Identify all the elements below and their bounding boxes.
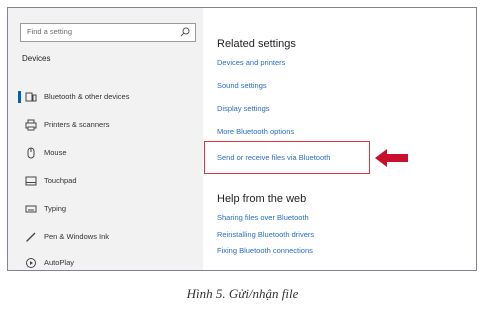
sidebar-item-bluetooth[interactable]: Bluetooth & other devices xyxy=(8,88,203,106)
sidebar-item-touchpad[interactable]: Touchpad xyxy=(8,172,203,190)
sidebar-item-label: Bluetooth & other devices xyxy=(44,92,130,101)
sidebar-item-autoplay[interactable]: AutoPlay xyxy=(8,254,203,272)
link-reinstalling-bluetooth-drivers[interactable]: Reinstalling Bluetooth drivers xyxy=(217,230,314,239)
sidebar-item-label: Mouse xyxy=(44,148,67,157)
help-from-web-heading: Help from the web xyxy=(217,193,307,205)
sidebar-item-label: Touchpad xyxy=(44,176,77,185)
touchpad-icon xyxy=(25,176,37,186)
sidebar-item-pen[interactable]: Pen & Windows Ink xyxy=(8,228,203,246)
search-placeholder: Find a setting xyxy=(27,27,73,36)
pen-icon xyxy=(26,232,36,242)
sidebar-item-label: Typing xyxy=(44,204,67,213)
sidebar-item-label: Pen & Windows Ink xyxy=(44,232,110,241)
sidebar-item-typing[interactable]: Typing xyxy=(8,200,203,218)
related-settings-heading: Related settings xyxy=(217,38,296,50)
link-devices-and-printers[interactable]: Devices and printers xyxy=(217,58,285,67)
selection-indicator xyxy=(18,91,21,103)
sidebar-item-label: AutoPlay xyxy=(44,258,75,267)
printer-icon xyxy=(25,119,37,131)
link-sharing-files-bluetooth[interactable]: Sharing files over Bluetooth xyxy=(217,213,309,222)
link-fixing-bluetooth-connections[interactable]: Fixing Bluetooth connections xyxy=(217,246,313,255)
sidebar-item-printers[interactable]: Printers & scanners xyxy=(8,116,203,134)
mouse-icon xyxy=(27,147,35,159)
link-more-bluetooth-options[interactable]: More Bluetooth options xyxy=(217,127,294,136)
autoplay-icon xyxy=(26,258,36,268)
search-icon xyxy=(180,27,190,37)
bluetooth-devices-icon xyxy=(25,92,37,102)
highlight-box xyxy=(204,141,370,174)
figure-caption: Hình 5. Gửi/nhận file xyxy=(186,286,299,301)
link-display-settings[interactable]: Display settings xyxy=(217,104,270,113)
section-title: Devices xyxy=(22,54,51,63)
keyboard-icon xyxy=(25,205,37,213)
sidebar-item-mouse[interactable]: Mouse xyxy=(8,144,203,162)
settings-window: Find a setting Devices Bluetooth & other… xyxy=(7,7,477,271)
search-input[interactable]: Find a setting xyxy=(20,23,196,42)
sidebar: Find a setting Devices Bluetooth & other… xyxy=(8,8,203,270)
pointer-arrow-icon xyxy=(375,149,408,167)
link-sound-settings[interactable]: Sound settings xyxy=(217,81,267,90)
content-pane: Related settings Devices and printers So… xyxy=(203,8,476,270)
sidebar-item-label: Printers & scanners xyxy=(44,120,110,129)
